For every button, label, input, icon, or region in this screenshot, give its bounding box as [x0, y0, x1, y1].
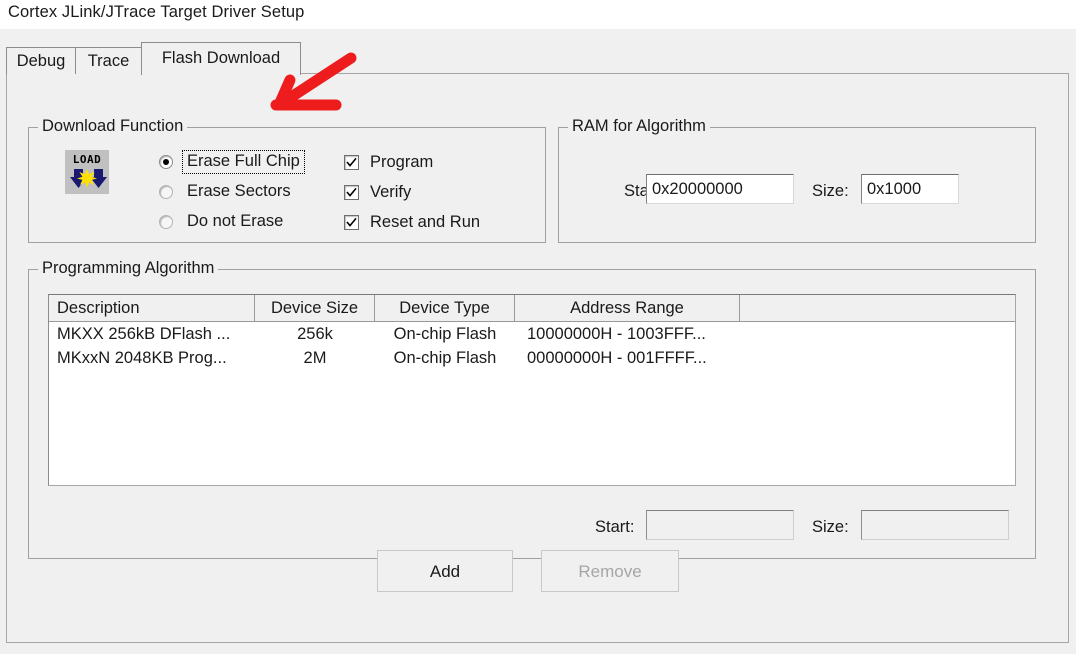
radio-do-not-erase-label: Do not Erase: [187, 212, 284, 231]
algorithm-size-input[interactable]: [861, 510, 1009, 540]
ram-for-algorithm-group: RAM for Algorithm Start: 0x20000000 Size…: [558, 117, 1036, 243]
radio-erase-sectors-label: Erase Sectors: [187, 182, 291, 201]
table-row[interactable]: MKxxN 2048KB Prog... 2M On-chip Flash 00…: [49, 346, 1015, 370]
add-button[interactable]: Add: [377, 550, 513, 592]
checkbox-reset-and-run[interactable]: Reset and Run: [344, 210, 480, 234]
checkbox-reset-and-run-indicator[interactable]: [344, 214, 359, 230]
checkbox-program-label: Program: [370, 152, 434, 171]
cell-description: MKXX 256kB DFlash ...: [57, 325, 231, 343]
column-header-device-size[interactable]: Device Size: [255, 295, 375, 321]
cell-device-type: On-chip Flash: [393, 325, 497, 343]
cell-description: MKxxN 2048KB Prog...: [57, 349, 227, 367]
cell-device-type: On-chip Flash: [393, 349, 497, 367]
remove-button: Remove: [541, 550, 679, 592]
title-bar: Cortex JLink/JTrace Target Driver Setup: [0, 0, 1076, 29]
cell-address-range: 10000000H - 1003FFF...: [527, 325, 706, 343]
ram-start-input[interactable]: 0x20000000: [646, 174, 794, 204]
algorithm-list[interactable]: Description Device Size Device Type Addr…: [48, 294, 1016, 486]
column-header-extra[interactable]: [740, 295, 1015, 321]
radio-do-not-erase[interactable]: Do not Erase: [159, 210, 287, 234]
checkbox-program[interactable]: Program: [344, 150, 433, 174]
radio-erase-full-chip-indicator[interactable]: [159, 155, 173, 169]
cell-device-size: 256k: [297, 325, 333, 343]
table-row[interactable]: MKXX 256kB DFlash ... 256k On-chip Flash…: [49, 322, 1015, 346]
radio-do-not-erase-indicator[interactable]: [159, 215, 173, 229]
load-icon: LOAD: [65, 150, 109, 194]
dialog-surface: Debug Trace Flash Download Download Func…: [0, 29, 1076, 654]
algorithm-list-header: Description Device Size Device Type Addr…: [49, 295, 1015, 322]
checkbox-verify-label: Verify: [370, 182, 412, 201]
algorithm-size-label: Size:: [812, 518, 849, 536]
algorithm-start-input[interactable]: [646, 510, 794, 540]
page-title: Cortex JLink/JTrace Target Driver Setup: [8, 3, 305, 21]
programming-algorithm-legend: Programming Algorithm: [38, 259, 219, 279]
cell-address-range: 00000000H - 001FFFF...: [527, 349, 707, 367]
ram-size-input[interactable]: 0x1000: [861, 174, 959, 204]
ram-for-algorithm-legend: RAM for Algorithm: [568, 117, 710, 137]
radio-erase-sectors[interactable]: Erase Sectors: [159, 180, 295, 204]
checkbox-program-indicator[interactable]: [344, 154, 359, 170]
remove-button-label: Remove: [578, 561, 642, 581]
download-function-legend: Download Function: [38, 117, 188, 137]
tab-flash-download-label: Flash Download: [161, 49, 281, 67]
checkbox-reset-and-run-label: Reset and Run: [370, 212, 481, 231]
checkbox-verify[interactable]: Verify: [344, 180, 411, 204]
active-tab-seam: [142, 72, 299, 75]
column-header-description[interactable]: Description: [49, 295, 255, 321]
tab-trace[interactable]: Trace: [75, 47, 142, 74]
ram-size-label: Size:: [812, 182, 849, 200]
cell-device-size: 2M: [303, 349, 327, 367]
load-icon-text: LOAD: [72, 153, 102, 166]
radio-erase-full-chip-label: Erase Full Chip: [182, 150, 305, 174]
tab-debug[interactable]: Debug: [6, 47, 76, 74]
tab-flash-download[interactable]: Flash Download: [141, 42, 301, 75]
load-icon-arrows: [70, 169, 107, 188]
algorithm-start-label: Start:: [595, 518, 635, 536]
column-header-device-type[interactable]: Device Type: [375, 295, 515, 321]
tab-debug-label: Debug: [16, 52, 66, 70]
radio-erase-full-chip[interactable]: Erase Full Chip: [159, 150, 305, 174]
tab-trace-label: Trace: [87, 52, 130, 70]
add-button-label: Add: [429, 561, 461, 581]
column-header-address-range[interactable]: Address Range: [515, 295, 740, 321]
download-function-group: Download Function LOAD Erase Full Chip E…: [28, 117, 546, 243]
checkbox-verify-indicator[interactable]: [344, 184, 359, 200]
programming-algorithm-group: Programming Algorithm Description Device…: [28, 259, 1036, 559]
tab-strip: Debug Trace Flash Download: [6, 42, 1070, 75]
radio-erase-sectors-indicator[interactable]: [159, 185, 173, 199]
